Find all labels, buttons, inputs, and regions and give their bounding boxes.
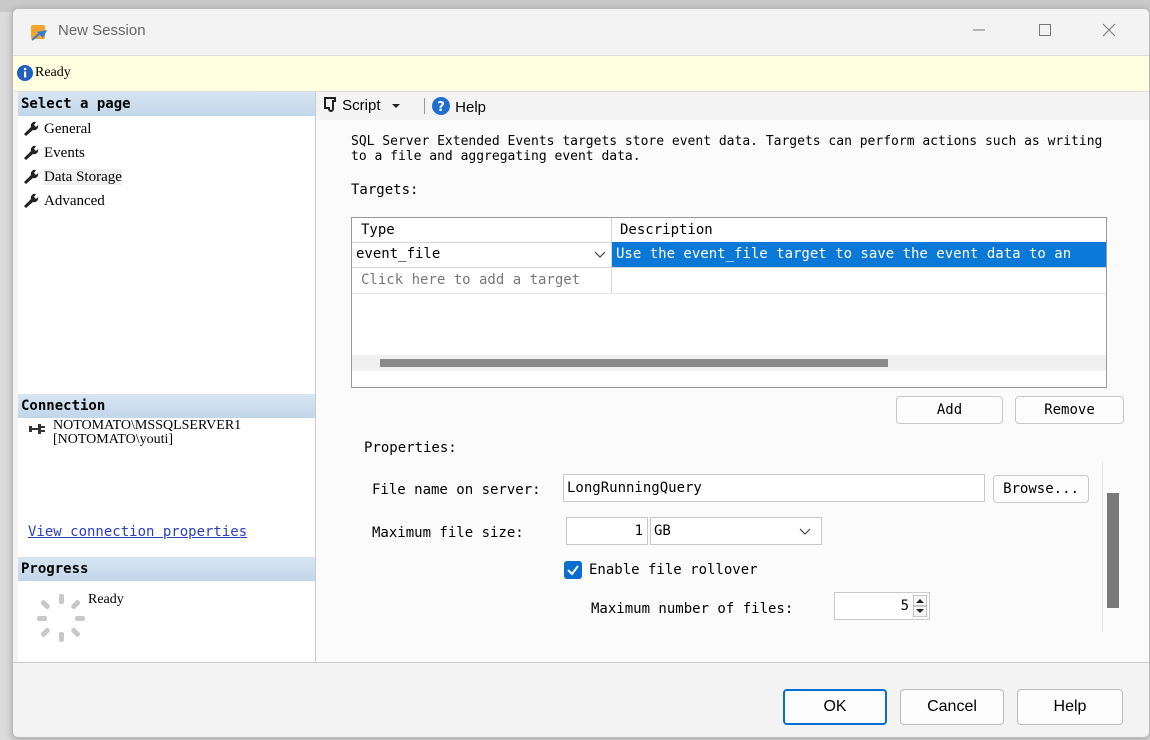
add-target-row[interactable]: Click here to add a target xyxy=(352,268,1106,294)
select-page-header: Select a page xyxy=(18,92,315,116)
server-connection-icon xyxy=(29,424,45,434)
toolbar: Script ? Help xyxy=(316,92,1149,120)
remove-button[interactable]: Remove xyxy=(1015,396,1124,424)
spin-up-down-icon[interactable] xyxy=(913,595,927,617)
script-label: Script xyxy=(342,97,381,114)
page-item-general[interactable]: General xyxy=(22,118,91,140)
page-item-label: Data Storage xyxy=(44,169,122,185)
column-header-description[interactable]: Description xyxy=(620,218,713,242)
properties-label: Properties: xyxy=(364,440,457,456)
file-name-label: File name on server: xyxy=(372,482,541,498)
max-files-value: 5 xyxy=(900,598,909,614)
horizontal-scrollbar-thumb[interactable] xyxy=(380,359,888,367)
max-files-label: Maximum number of files: xyxy=(591,601,794,617)
page-item-label: General xyxy=(44,121,92,137)
data-storage-page: SQL Server Extended Events targets store… xyxy=(316,120,1149,662)
wrench-icon xyxy=(24,193,39,208)
wrench-icon xyxy=(24,121,39,136)
status-bar: Ready xyxy=(13,55,1149,92)
ok-button[interactable]: OK xyxy=(783,689,887,725)
info-icon xyxy=(17,65,33,81)
minimize-icon xyxy=(973,29,985,31)
connection-user: [NOTOMATO\youti] xyxy=(53,432,174,447)
minimize-button[interactable] xyxy=(959,19,999,45)
checkmark-icon xyxy=(567,565,579,576)
maximize-icon xyxy=(1039,24,1051,36)
view-connection-properties-link[interactable]: View connection properties xyxy=(28,524,247,540)
right-panel: Script ? Help SQL Server Extended Events… xyxy=(316,92,1149,662)
page-item-data-storage[interactable]: Data Storage xyxy=(22,166,122,188)
column-header-type[interactable]: Type xyxy=(361,218,395,242)
help-label: Help xyxy=(455,99,487,116)
window-title: New Session xyxy=(58,22,146,39)
connection-header: Connection xyxy=(18,394,315,418)
grid-header: Type Description xyxy=(352,218,1106,243)
add-target-prompt: Click here to add a target xyxy=(361,272,581,288)
selected-description-cell[interactable]: Use the event_file target to save the ev… xyxy=(612,242,1106,267)
title-bar: New Session xyxy=(13,9,1149,55)
page-description: SQL Server Extended Events targets store… xyxy=(351,134,1103,164)
progress-status-text: Ready xyxy=(88,592,124,607)
enable-rollover-label[interactable]: Enable file rollover xyxy=(589,562,758,578)
wrench-icon xyxy=(24,145,39,160)
script-icon xyxy=(324,97,336,112)
help-button[interactable]: Help xyxy=(1017,689,1123,725)
help-icon: ? xyxy=(432,97,450,115)
progress-spinner-icon xyxy=(37,594,85,642)
toolbar-separator xyxy=(424,98,425,114)
maximize-button[interactable] xyxy=(1025,19,1065,45)
help-toolbar-button[interactable]: ? Help xyxy=(431,96,486,116)
close-icon xyxy=(1102,23,1116,37)
max-file-size-label: Maximum file size: xyxy=(372,525,524,541)
page-item-advanced[interactable]: Advanced xyxy=(22,190,105,212)
dialog-button-bar: OK Cancel Help xyxy=(13,662,1149,737)
cancel-button[interactable]: Cancel xyxy=(900,689,1004,725)
status-text: Ready xyxy=(35,65,71,80)
script-button[interactable]: Script xyxy=(322,96,401,114)
close-button[interactable] xyxy=(1089,19,1129,45)
page-item-events[interactable]: Events xyxy=(22,142,85,164)
connection-server: NOTOMATO\MSSQLSERVER1 xyxy=(53,418,242,433)
targets-label: Targets: xyxy=(351,182,419,198)
properties-vertical-scrollbar[interactable] xyxy=(1107,493,1119,608)
svg-text:?: ? xyxy=(437,100,445,115)
file-name-input[interactable]: LongRunningQuery xyxy=(563,474,985,502)
new-session-dialog: New Session Ready Select a page General … xyxy=(12,8,1150,738)
file-size-unit-select[interactable]: GB xyxy=(650,517,822,545)
targets-grid: Type Description event_file Use the even… xyxy=(351,217,1107,388)
new-session-app-icon xyxy=(31,25,47,41)
properties-scroll-track xyxy=(1102,462,1103,632)
progress-header: Progress xyxy=(18,557,315,581)
horizontal-scrollbar[interactable] xyxy=(352,355,1106,371)
page-item-label: Events xyxy=(44,145,85,161)
chevron-down-icon[interactable] xyxy=(594,250,606,260)
page-item-label: Advanced xyxy=(44,193,105,209)
max-files-stepper[interactable]: 5 xyxy=(834,592,930,620)
wrench-icon xyxy=(24,169,39,184)
file-size-unit-value: GB xyxy=(654,523,671,539)
dropdown-arrow-icon[interactable] xyxy=(391,102,401,110)
chevron-down-icon xyxy=(799,528,811,535)
target-description-cell: Use the event_file target to save the ev… xyxy=(616,246,1072,262)
browse-button[interactable]: Browse... xyxy=(993,475,1089,503)
left-panel: Select a page General Events Data Storag… xyxy=(18,92,316,662)
add-button[interactable]: Add xyxy=(896,396,1003,424)
max-file-size-input[interactable]: 1 xyxy=(566,517,648,545)
target-type-cell[interactable]: event_file xyxy=(356,242,440,266)
enable-rollover-checkbox[interactable] xyxy=(564,561,582,579)
